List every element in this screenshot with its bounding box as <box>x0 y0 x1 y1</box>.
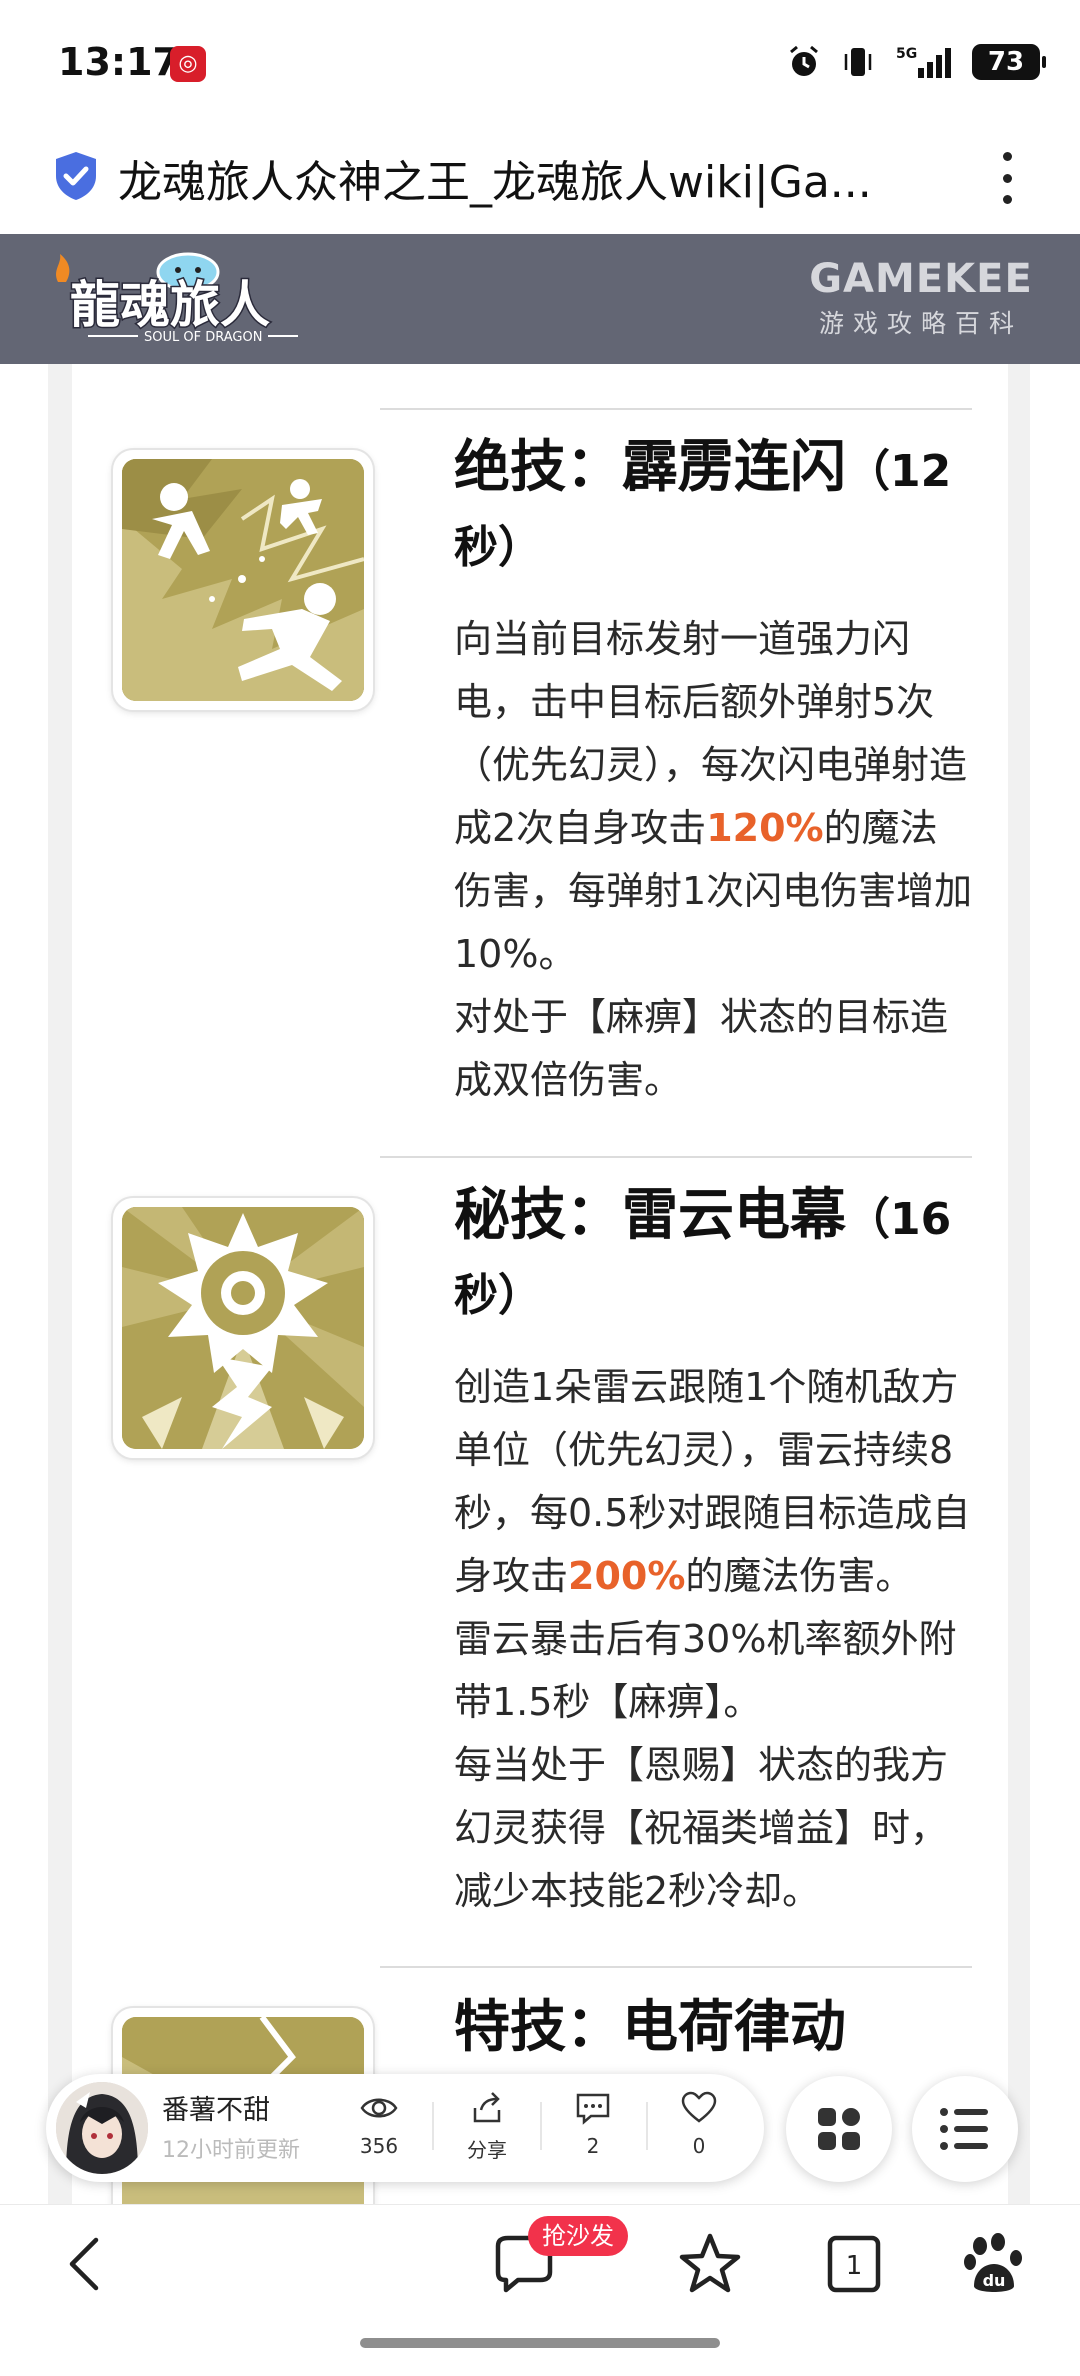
skill-title-2: 秘技：雷云电幕（16秒） <box>454 1180 974 1332</box>
heart-icon <box>681 2091 717 2123</box>
verified-shield-icon <box>56 152 96 200</box>
favorite-button[interactable] <box>674 2228 746 2300</box>
alarm-icon <box>790 45 818 76</box>
skill-description-1: 向当前目标发射一道强力闪电，击中目标后额外弹射5次（优先幻灵），每次闪电弹射造成… <box>454 608 974 1112</box>
svg-text:5G: 5G <box>896 46 917 62</box>
first-comment-badge[interactable]: 抢沙发 <box>528 2216 628 2256</box>
eye-icon <box>360 2098 398 2118</box>
highlight-value: 200% <box>568 1554 686 1598</box>
catalog-button[interactable] <box>912 2076 1018 2182</box>
highlight-value: 120% <box>706 806 824 850</box>
back-button[interactable] <box>52 2228 124 2300</box>
skill-description-2: 创造1朵雷云跟随1个随机敌方单位（优先幻灵），雷云持续8秒，每0.5秒对跟随目标… <box>454 1356 974 1923</box>
separator <box>540 2102 542 2150</box>
update-time: 12小时前更新 <box>162 2138 300 2163</box>
baidu-paw-icon: du <box>964 2233 1022 2292</box>
like-button[interactable]: 0 <box>654 2088 744 2158</box>
share-label: 分享 <box>467 2138 507 2162</box>
dot-icon <box>1002 173 1012 183</box>
comment-icon <box>576 2093 610 2125</box>
svg-text:1: 1 <box>846 2251 863 2281</box>
status-time: 13:17 <box>58 40 179 84</box>
skill-icon-1 <box>113 450 373 710</box>
views-stat: 356 <box>334 2088 424 2158</box>
game-logo[interactable]: 龍魂旅人 SOUL OF DRAGON <box>48 248 328 352</box>
share-button[interactable]: 分享 <box>442 2088 532 2163</box>
notification-app-icon: ◎ <box>170 46 206 82</box>
thunder-cloud-icon <box>122 1207 364 1449</box>
baidu-button[interactable]: du <box>958 2228 1030 2300</box>
comments-count: 2 <box>586 2134 600 2158</box>
home-indicator[interactable] <box>360 2338 720 2348</box>
svg-text:龍魂旅人: 龍魂旅人 <box>70 276 270 334</box>
vibrate-icon <box>844 48 872 76</box>
dot-icon <box>1002 195 1012 204</box>
views-count: 356 <box>359 2134 399 2158</box>
divider <box>380 408 972 410</box>
avatar-image <box>56 2082 148 2174</box>
grid-icon <box>818 2108 860 2150</box>
author-avatar[interactable] <box>56 2082 148 2174</box>
author-name[interactable]: 番薯不甜 <box>162 2088 270 2127</box>
page-title[interactable]: 龙魂旅人众神之王_龙魂旅人wiki|Ga... <box>118 146 938 210</box>
more-menu-button[interactable] <box>992 148 1022 208</box>
signal-5g-icon: 5G <box>896 46 951 78</box>
skill-icon-2 <box>113 1198 373 1458</box>
skill-desc-paragraph: 雷云暴击后有30%机率额外附带1.5秒【麻痹】。 <box>454 1617 957 1724</box>
skill-desc-paragraph: 每当处于【恩赐】状态的我方幻灵获得【祝福类增益】时，减少本技能2秒冷却。 <box>454 1743 949 1913</box>
status-icons: 5G 73 <box>786 40 1046 84</box>
brand-subtitle: 游戏攻略百科 <box>818 309 1023 338</box>
battery-indicator: 73 <box>972 44 1046 80</box>
skill-desc-paragraph: 创造1朵雷云跟随1个随机敌方单位（优先幻灵），雷云持续8秒，每0.5秒对跟随目标… <box>454 1365 971 1598</box>
skill-name: 绝技：霹雳连闪 <box>454 435 846 500</box>
skill-title-3: 特技：电荷律动 <box>454 1995 846 2060</box>
list-icon <box>940 2108 988 2150</box>
skill-title-1: 绝技：霹雳连闪（12秒） <box>454 432 974 584</box>
divider <box>380 1156 972 1158</box>
svg-text:SOUL OF DRAGON: SOUL OF DRAGON <box>144 330 262 345</box>
lightning-chain-icon <box>122 459 364 701</box>
skill-desc-paragraph: 对处于【麻痹】状态的目标造成双倍伤害。 <box>454 995 949 1102</box>
separator <box>646 2102 648 2150</box>
skill-name: 秘技：雷云电幕 <box>454 1183 846 1248</box>
brand-name: GAMEKEE <box>809 256 1033 302</box>
star-icon <box>679 2233 741 2293</box>
separator <box>432 2102 434 2150</box>
tabs-button[interactable]: 1 <box>818 2228 890 2300</box>
gamekee-brand[interactable]: GAMEKEE 游戏攻略百科 <box>808 256 1034 340</box>
likes-count: 0 <box>692 2134 706 2158</box>
divider <box>380 1966 972 1968</box>
apps-button[interactable] <box>786 2076 892 2182</box>
tabs-icon: 1 <box>827 2235 881 2293</box>
comments-button[interactable]: 2 <box>548 2088 638 2158</box>
chevron-left-icon <box>69 2237 99 2291</box>
status-bar: 13:17 ◎ 5G 73 <box>0 0 1080 128</box>
svg-text:du: du <box>983 2271 1006 2290</box>
share-icon <box>473 2092 501 2123</box>
dot-icon <box>1002 152 1012 161</box>
skill-desc-paragraph: 向当前目标发射一道强力闪电，击中目标后额外弹射5次（优先幻灵），每次闪电弹射造成… <box>454 617 973 976</box>
